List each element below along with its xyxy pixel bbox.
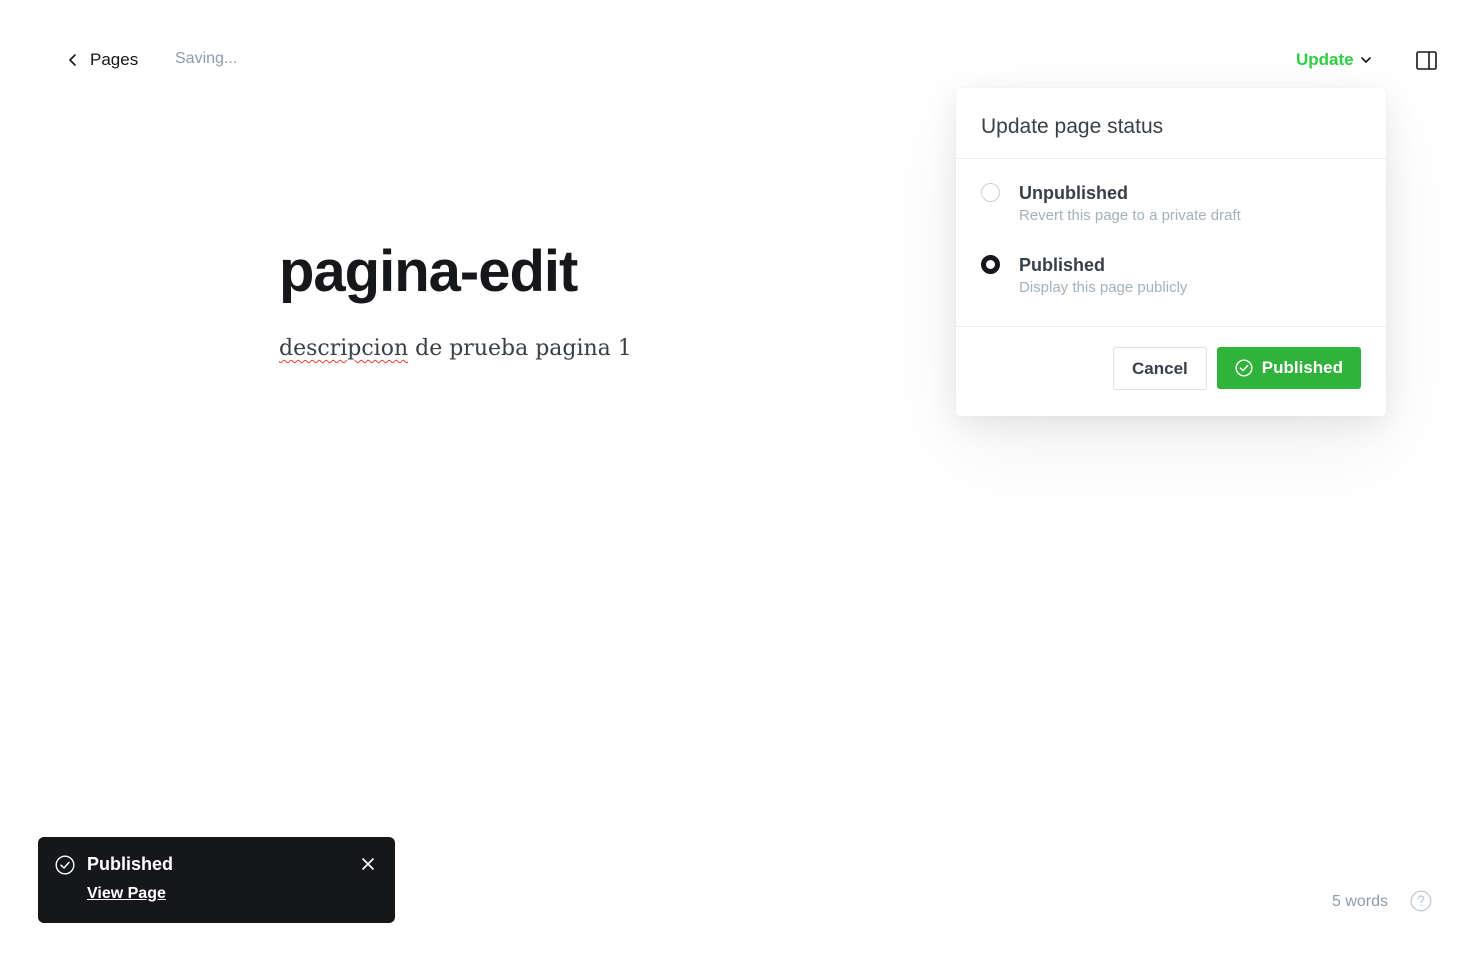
- option-label: Published: [1019, 255, 1106, 275]
- post-title[interactable]: pagina-edit: [279, 238, 578, 305]
- close-icon[interactable]: [361, 857, 375, 871]
- post-body[interactable]: descripcion de prueba pagina 1: [279, 336, 632, 361]
- back-to-pages-link[interactable]: Pages: [66, 48, 138, 72]
- check-circle-icon: [1235, 359, 1253, 377]
- option-description: Revert this page to a private draft: [1019, 207, 1241, 224]
- option-description: Display this page publicly: [1019, 279, 1188, 296]
- chevron-left-icon: [66, 53, 80, 67]
- update-button[interactable]: Update: [1296, 50, 1372, 70]
- update-button-label: Update: [1296, 50, 1354, 69]
- popover-actions: Cancel Published: [956, 327, 1386, 390]
- radio-published[interactable]: [981, 255, 1000, 274]
- option-unpublished[interactable]: Unpublished Revert this page to a privat…: [981, 181, 1361, 253]
- help-circle-icon: [1410, 890, 1432, 912]
- back-link-label: Pages: [90, 50, 139, 69]
- update-status-popover: Update page status Unpublished Revert th…: [956, 88, 1386, 416]
- popover-title: Update page status: [956, 88, 1386, 159]
- option-label: Unpublished: [1019, 183, 1128, 203]
- page-editor: Pages Saving... Update pagina-edit descr…: [0, 0, 1483, 960]
- word-count: 5 words: [1332, 893, 1389, 910]
- status-options: Unpublished Revert this page to a privat…: [956, 159, 1386, 327]
- check-circle-icon: [55, 855, 75, 875]
- body-text-rest: de prueba pagina 1: [408, 336, 632, 361]
- option-published[interactable]: Published Display this page publicly: [981, 253, 1361, 325]
- help-button[interactable]: [1410, 890, 1432, 912]
- chevron-down-icon: [1360, 57, 1371, 63]
- confirm-button-label: Published: [1261, 358, 1343, 377]
- misspelled-word: descripcion: [279, 336, 409, 361]
- cancel-button[interactable]: Cancel: [1113, 347, 1207, 390]
- published-toast: Published View Page: [38, 837, 395, 923]
- radio-unpublished[interactable]: [981, 183, 1000, 202]
- sidebar-toggle-button[interactable]: [1416, 50, 1437, 71]
- sidebar-toggle-icon: [1416, 51, 1437, 70]
- view-page-link[interactable]: View Page: [87, 885, 166, 903]
- toast-title: Published: [87, 854, 174, 874]
- confirm-published-button[interactable]: Published: [1216, 347, 1361, 389]
- saving-status: Saving...: [175, 50, 238, 67]
